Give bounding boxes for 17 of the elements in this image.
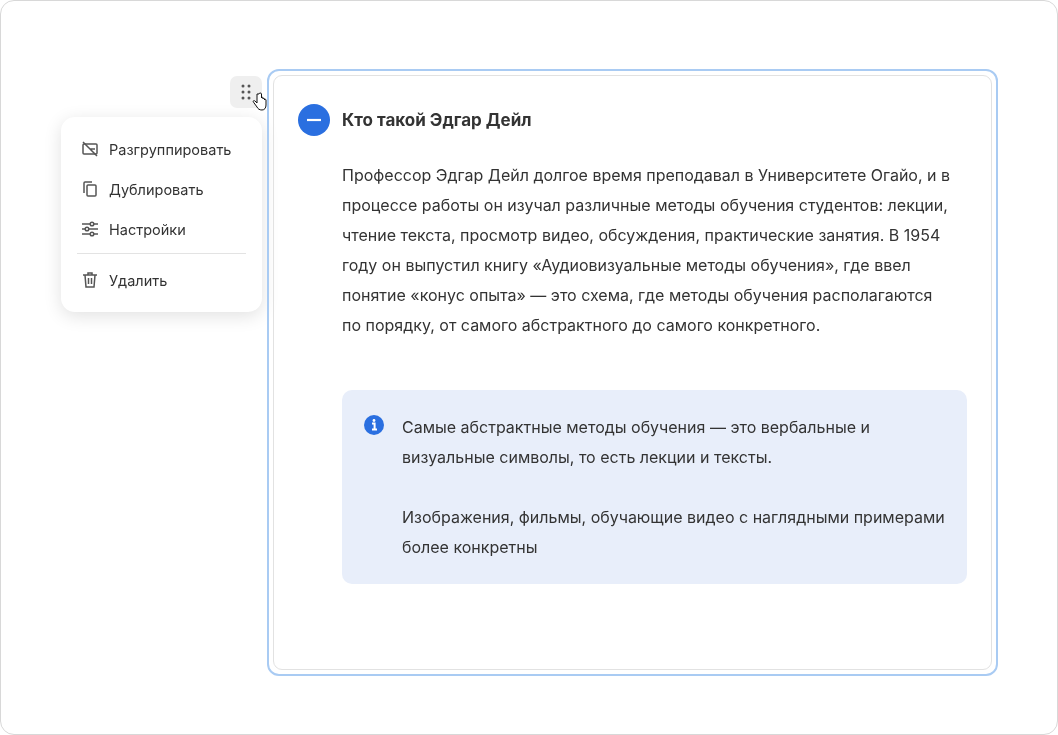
menu-item[interactable]: Удалить	[61, 260, 262, 300]
menu-item[interactable]: Настройки	[61, 209, 262, 249]
sliders-icon	[81, 220, 99, 238]
minus-circle-icon	[298, 104, 330, 136]
menu-item[interactable]: Разгруппировать	[61, 129, 262, 169]
collapse-toggle[interactable]	[298, 104, 330, 136]
drag-dots-icon	[241, 84, 251, 100]
trash-icon	[81, 271, 99, 289]
callout-paragraph: Изображения, фильмы, обучающие видео с наглядными примерами более конкретны	[402, 506, 946, 559]
duplicate-icon	[81, 180, 99, 198]
section-title: Кто такой Эдгар Дейл	[342, 110, 532, 130]
ungroup-icon	[81, 140, 99, 158]
info-icon	[364, 415, 384, 435]
menu-item[interactable]: Дублировать	[61, 169, 262, 209]
hand-cursor-icon	[252, 92, 268, 112]
body-paragraph: Профессор Эдгар Дейл долгое время преподавал в Университете Огайо, и в процессе работы он изучал различные методы обучения студентов: лекции, чтение текста, просмотр видео, обсуждения, практические занятия. В 1954 году он выпустил книгу «Аудиовизуальные методы обучения», где ввел понятие «конус опыта» — это схема, где методы обучения располагаются по порядку, от самого абстрактного до самого конкретного.	[342, 164, 952, 337]
callout-paragraph: Самые абстрактные методы обучения — это вербальные и визуальные символы, то есть лекции и тексты.	[402, 416, 871, 469]
